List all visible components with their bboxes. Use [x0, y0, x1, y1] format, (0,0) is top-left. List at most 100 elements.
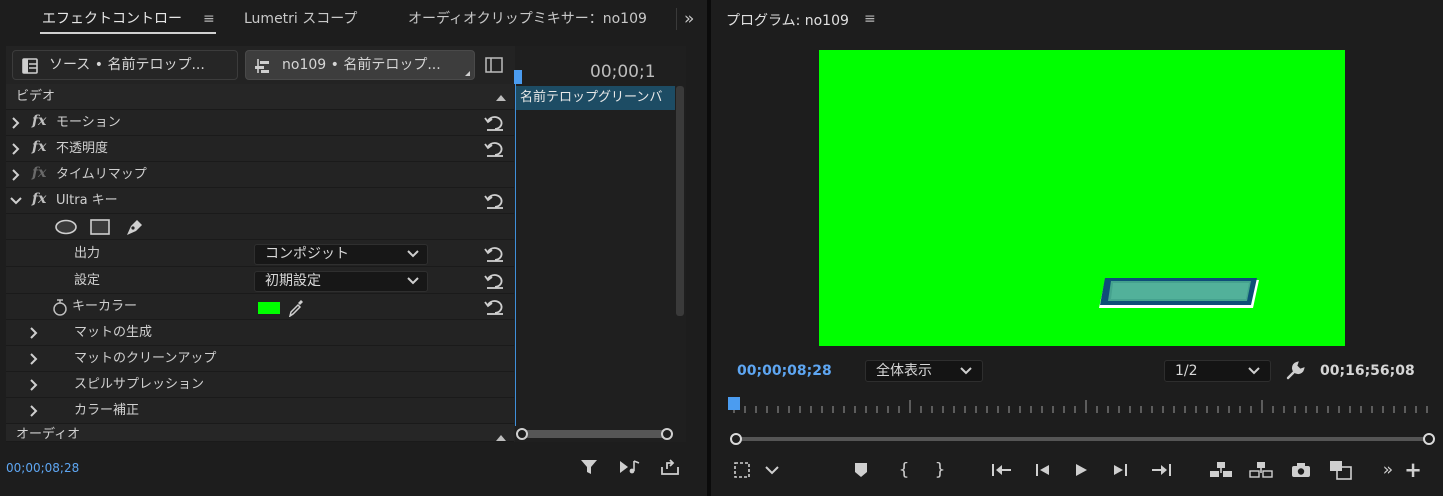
step-forward-icon[interactable]: [1108, 458, 1132, 482]
pen-mask-icon[interactable]: [124, 218, 144, 236]
source-clip-icon: [21, 57, 39, 75]
more-controls-icon[interactable]: »: [1376, 458, 1400, 482]
setting-value: 初期設定: [265, 273, 321, 289]
reset-icon[interactable]: [484, 114, 506, 132]
output-dropdown[interactable]: コンポジット: [254, 244, 428, 265]
reset-icon[interactable]: [484, 298, 506, 316]
video-section-header[interactable]: ビデオ: [6, 84, 514, 110]
program-duration-timecode: 00;16;56;08: [1320, 363, 1415, 379]
color-correction-row[interactable]: カラー補正: [6, 398, 514, 424]
program-playhead[interactable]: [728, 397, 740, 410]
matte-generation-row[interactable]: マットの生成: [6, 320, 514, 346]
lift-icon[interactable]: [1209, 458, 1233, 482]
wrench-icon[interactable]: [1285, 361, 1305, 381]
program-scroll-track[interactable]: [736, 437, 1430, 441]
program-monitor-title[interactable]: プログラム: no109: [726, 10, 849, 30]
key-color-swatch[interactable]: [258, 302, 280, 314]
effect-row-ultra-key[interactable]: fx Ultra キー: [6, 188, 514, 214]
reset-icon[interactable]: [484, 272, 506, 290]
reset-icon[interactable]: [484, 245, 506, 263]
mini-timeline-clip[interactable]: 名前テロップグリーンバ: [515, 86, 675, 110]
scroll-handle-left[interactable]: [516, 428, 528, 440]
effect-label: 不透明度: [56, 141, 109, 156]
effect-label: タイムリマップ: [56, 167, 147, 182]
tab-audio-clip-mixer[interactable]: オーディオクリップミキサー：no109: [408, 0, 668, 38]
left-tab-bar: エフェクトコントロー ≡ Lumetri スコープ オーディオクリップミキサー：…: [0, 0, 707, 38]
chevron-right-icon[interactable]: [28, 379, 40, 391]
reset-icon[interactable]: [484, 140, 506, 158]
add-button-icon[interactable]: +: [1401, 458, 1425, 482]
audio-section-header[interactable]: オーディオ: [6, 424, 514, 442]
chevron-down-icon[interactable]: [10, 195, 22, 207]
ellipse-mask-icon[interactable]: [54, 219, 78, 235]
scroll-handle-left[interactable]: [730, 433, 742, 445]
lower-third-graphic: [1099, 278, 1259, 308]
scroll-handle-right[interactable]: [1423, 433, 1435, 445]
sequence-clip-label: no109 • 名前テロップ...: [282, 57, 441, 73]
rectangle-mask-icon[interactable]: [90, 219, 110, 235]
scroll-handle-right[interactable]: [661, 428, 673, 440]
effect-row-time-remap[interactable]: fx タイムリマップ: [6, 162, 514, 188]
program-time-ruler[interactable]: [728, 396, 1436, 416]
zoom-level-dropdown[interactable]: 全体表示: [865, 360, 983, 382]
source-clip-selector[interactable]: ソース • 名前テロップ...: [12, 50, 238, 80]
setting-dropdown[interactable]: 初期設定: [254, 271, 428, 292]
fx-icon[interactable]: fx: [32, 113, 46, 129]
matte-cleanup-row[interactable]: マットのクリーンアップ: [6, 346, 514, 372]
horizontal-scrollbar[interactable]: [520, 430, 670, 438]
reset-icon[interactable]: [484, 192, 506, 210]
mask-tools-row: [6, 214, 514, 240]
play-audio-icon[interactable]: [619, 459, 641, 475]
chevron-right-icon[interactable]: [10, 143, 22, 155]
tab-overflow-icon[interactable]: »: [684, 0, 704, 38]
safe-margins-icon[interactable]: [730, 458, 754, 482]
mark-out-icon[interactable]: }: [928, 458, 952, 482]
vertical-scrollbar[interactable]: [676, 86, 684, 316]
hamburger-icon[interactable]: ≡: [203, 11, 215, 27]
playback-resolution-dropdown[interactable]: 1/2: [1164, 360, 1271, 382]
extract-icon[interactable]: [1249, 458, 1273, 482]
export-clip-icon[interactable]: [660, 458, 680, 476]
mini-timeline-playhead[interactable]: [514, 70, 522, 84]
camera-icon[interactable]: [1289, 458, 1313, 482]
matte-generation-label: マットの生成: [74, 325, 153, 340]
matte-cleanup-label: マットのクリーンアップ: [74, 351, 217, 366]
collapse-up-icon[interactable]: [496, 95, 506, 101]
chevron-right-icon[interactable]: [28, 405, 40, 417]
chevron-down-icon: [960, 367, 972, 375]
tab-divider: [676, 8, 677, 30]
output-value: コンポジット: [265, 246, 349, 262]
eyedropper-icon[interactable]: [288, 299, 304, 317]
chevron-down-icon: [407, 277, 419, 285]
chevron-down-icon[interactable]: [760, 458, 784, 482]
spill-suppression-row[interactable]: スピルサプレッション: [6, 372, 514, 398]
playback-resolution-value: 1/2: [1175, 363, 1198, 379]
toggle-timeline-view-icon[interactable]: [485, 57, 503, 73]
hamburger-icon[interactable]: ≡: [864, 11, 876, 27]
sequence-clip-selector[interactable]: no109 • 名前テロップ...: [245, 50, 475, 80]
chevron-right-icon[interactable]: [10, 117, 22, 129]
go-to-in-icon[interactable]: [990, 458, 1014, 482]
effect-row-motion[interactable]: fx モーション: [6, 110, 514, 136]
tab-lumetri-scopes[interactable]: Lumetri スコープ: [244, 0, 394, 38]
go-to-out-icon[interactable]: [1149, 458, 1173, 482]
chevron-down-icon: [407, 250, 419, 258]
stopwatch-icon[interactable]: [52, 299, 68, 316]
program-current-timecode[interactable]: 00;00;08;28: [737, 363, 832, 379]
step-back-icon[interactable]: [1031, 458, 1055, 482]
fx-icon[interactable]: fx: [32, 139, 46, 155]
funnel-icon[interactable]: [580, 458, 598, 476]
chevron-right-icon[interactable]: [28, 353, 40, 365]
mark-in-icon[interactable]: {: [892, 458, 916, 482]
play-icon[interactable]: [1069, 458, 1093, 482]
chevron-right-icon[interactable]: [10, 169, 22, 181]
add-marker-icon[interactable]: [849, 458, 873, 482]
effect-controls-timecode[interactable]: 00;00;08;28: [6, 461, 79, 475]
program-video-frame[interactable]: [819, 50, 1345, 346]
chevron-right-icon[interactable]: [28, 327, 40, 339]
sequence-clip-icon: [254, 57, 272, 75]
comparison-view-icon[interactable]: [1329, 458, 1353, 482]
collapse-up-icon[interactable]: [496, 435, 506, 441]
fx-icon[interactable]: fx: [32, 191, 46, 207]
effect-row-opacity[interactable]: fx 不透明度: [6, 136, 514, 162]
